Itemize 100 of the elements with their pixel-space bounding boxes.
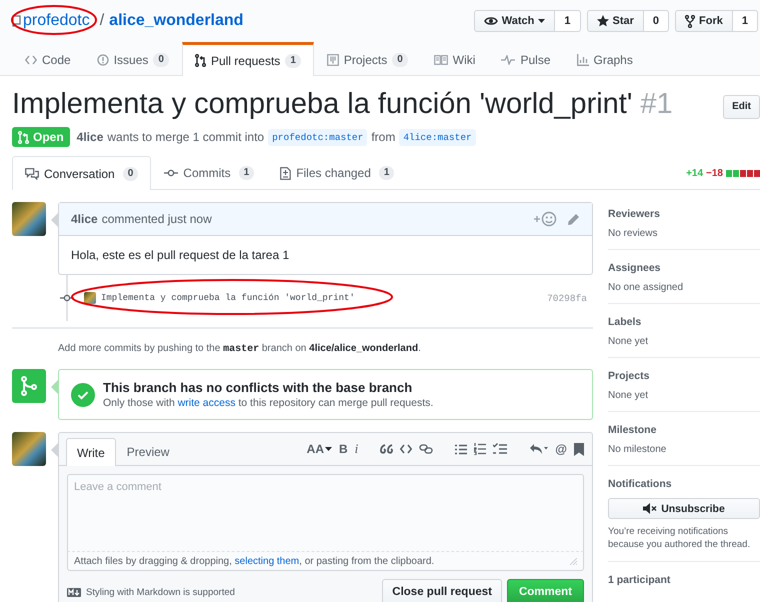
deletions-count: −18 — [706, 168, 723, 178]
path-separator: / — [100, 12, 104, 30]
repo-icon — [12, 15, 21, 27]
sidebar-heading: Projects — [608, 370, 650, 382]
commit-icon — [60, 294, 74, 302]
repo-nav-tab[interactable]: Pull requests 1 — [182, 42, 314, 76]
status-badge: Open — [12, 127, 70, 147]
project-icon — [326, 54, 339, 66]
count-badge[interactable]: 1 — [555, 10, 580, 32]
sidebar-heading: Labels — [608, 316, 642, 328]
pr-tab[interactable]: Conversation 0 — [12, 156, 152, 190]
count-badge: 1 — [285, 54, 301, 68]
comment-meta: commented just now — [102, 212, 212, 226]
pr-tab[interactable]: Files changed 1 — [267, 156, 408, 189]
numbered-list-icon — [474, 443, 486, 455]
repo-name-link[interactable]: alice_wonderland — [109, 12, 244, 30]
repo-owner-link[interactable]: profedotc — [23, 12, 90, 30]
count-badge[interactable]: 1 — [732, 10, 758, 32]
sidebar-value: No reviews — [608, 228, 658, 239]
avatar — [84, 292, 96, 304]
from-text: from — [371, 130, 396, 144]
toolbar-glyph[interactable]: B — [339, 442, 348, 456]
add-reaction-icon — [533, 211, 557, 227]
sidebar-value: None yet — [608, 390, 650, 401]
pr-number: #1 — [640, 88, 673, 120]
repo-nav-tab[interactable]: Projects 0 — [314, 42, 421, 75]
sidebar-heading: Assignees — [608, 262, 662, 274]
watch-button[interactable]: Watch — [474, 10, 556, 32]
count-badge: 0 — [392, 53, 408, 67]
diffstat-drawing — [726, 170, 760, 176]
branch-label[interactable]: 4lice:master — [399, 128, 476, 146]
count-badge: 0 — [122, 166, 138, 180]
sidebar-value: No milestone — [608, 444, 668, 455]
fork-button[interactable]: Fork — [675, 10, 733, 32]
issue-icon — [96, 54, 109, 66]
comment-field[interactable]: Leave a comment — [67, 474, 584, 552]
count-badge: 1 — [238, 166, 254, 180]
avatar — [12, 202, 46, 236]
notification-note: You’re receiving notifications because you authored the thread. — [608, 525, 752, 551]
edit-button[interactable]: Edit — [723, 95, 760, 119]
code-icon — [400, 444, 412, 454]
comment-author[interactable]: 4lice — [71, 212, 98, 226]
markdown-note: Styling with Markdown is supported — [86, 586, 235, 598]
repo-nav-tab[interactable]: Pulse — [488, 42, 564, 75]
task-list-icon — [493, 443, 508, 455]
commit-message[interactable]: Implementa y comprueba la función 'world_print' — [101, 293, 355, 303]
bulleted-list-icon — [455, 444, 468, 454]
star-icon — [596, 15, 608, 27]
close-button[interactable]: Close pull request — [382, 579, 502, 602]
repo-nav-tab[interactable]: Code — [12, 42, 84, 75]
repo-nav-tab[interactable]: Graphs — [564, 42, 646, 75]
pr-title: Implementa y comprueba la función 'world_print' — [12, 88, 632, 120]
resize-grip-icon — [570, 558, 577, 565]
file-diff-icon — [280, 166, 292, 180]
count-badge[interactable]: 0 — [644, 10, 670, 32]
merge-branch-icon — [21, 376, 37, 396]
commit-icon — [164, 169, 178, 177]
sidebar-heading: 1 participant — [608, 574, 672, 586]
code-icon — [25, 55, 37, 65]
toolbar-glyph[interactable]: AA — [306, 442, 332, 456]
count-badge: 1 — [378, 166, 394, 180]
bookmark-icon — [574, 442, 584, 456]
caret-icon — [325, 447, 332, 451]
sidebar-heading: Notifications — [608, 478, 673, 490]
mute-icon — [643, 503, 658, 514]
author-link[interactable]: 4lice — [76, 130, 104, 144]
toolbar-glyph[interactable]: @ — [555, 442, 567, 456]
pr-tab[interactable]: Commits 1 — [151, 156, 268, 189]
sidebar-heading: Milestone — [608, 424, 658, 436]
star-button[interactable]: Star — [586, 10, 644, 32]
unsubscribe-button[interactable]: Unsubscribe — [608, 498, 760, 519]
push-hint: Add more commits by pushing to the master branch on 4lice/alice_wonderland. — [58, 343, 422, 355]
sidebar-value: None yet — [608, 336, 650, 347]
check-circle-icon — [71, 382, 95, 406]
fork-icon — [685, 14, 696, 28]
editor-tab[interactable]: Write — [66, 438, 116, 466]
merge-status-note: Only those with write access to this repository can merge pull requests. — [103, 397, 434, 409]
pencil-icon — [567, 212, 580, 226]
pull-request-icon — [194, 54, 206, 67]
sidebar-value: No one assigned — [608, 282, 684, 293]
caret-icon — [538, 19, 546, 23]
editor-tab[interactable]: Preview — [116, 438, 180, 465]
markdown-icon — [67, 588, 81, 596]
write-access-link[interactable]: write access — [178, 397, 236, 409]
quote-icon — [380, 444, 394, 454]
merge-status-title: This branch has no conflicts with the base branch — [103, 380, 414, 395]
repo-nav-tab[interactable]: Issues 0 — [84, 42, 182, 75]
link-icon — [419, 444, 434, 454]
comment-body: Hola, este es el pull request de la tarea 1 — [70, 247, 290, 264]
pull-request-icon — [18, 130, 29, 144]
count-badge: 0 — [153, 53, 169, 67]
avatar — [12, 432, 46, 466]
select-files-link[interactable]: selecting them — [234, 556, 300, 567]
sidebar-heading: Reviewers — [608, 208, 661, 220]
repo-nav-tab[interactable]: Wiki — [420, 42, 488, 75]
speech-bubbles-icon — [25, 168, 39, 180]
attach-hint: Attach files by dragging & dropping, selecting them, or pasting from the clipboard. — [74, 556, 434, 567]
pulse-icon — [501, 55, 516, 65]
toolbar-glyph[interactable]: i — [354, 441, 358, 457]
branch-label[interactable]: profedotc:master — [268, 128, 368, 146]
